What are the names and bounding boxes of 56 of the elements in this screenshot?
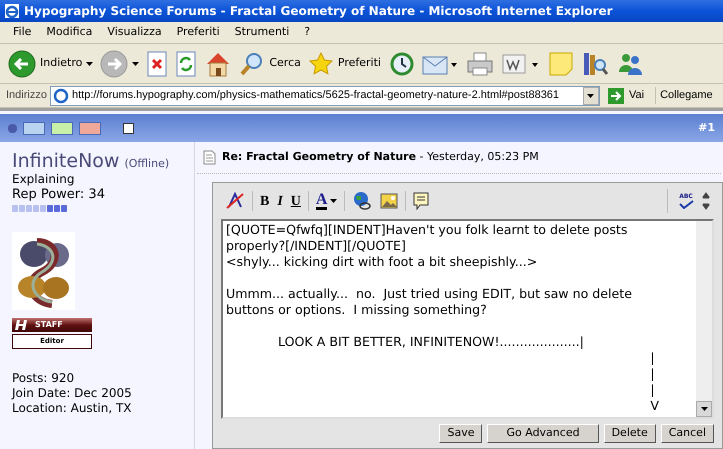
italic-button[interactable]: I — [273, 189, 287, 213]
checkbox[interactable] — [123, 122, 134, 134]
go-button[interactable]: Vai — [606, 86, 644, 104]
dropdown-caret-icon — [700, 407, 708, 411]
address-field[interactable]: http://forums.hypography.com/physics-mathematics/5625-fractal-geometry-nature-2.html#post88361 — [50, 86, 600, 106]
user-title: Explaining — [12, 172, 76, 187]
swatch-icon — [79, 122, 101, 134]
printer-icon — [466, 50, 494, 76]
links-label[interactable]: Collegame — [655, 87, 713, 104]
scrollbar[interactable] — [696, 221, 712, 417]
post-title: Re: Fractal Geometry of Nature - Yesterday, 05:23 PM — [222, 149, 539, 166]
form-button[interactable]: Go Advanced — [487, 424, 599, 443]
dropdown-caret-icon — [132, 62, 140, 66]
dropdown-caret-icon — [330, 199, 338, 203]
menu-item[interactable]: Preferiti — [176, 24, 220, 41]
font-color-button[interactable]: A — [312, 189, 342, 213]
menu-item[interactable]: ? — [304, 24, 310, 41]
form-button[interactable]: Delete — [604, 424, 656, 443]
form-button[interactable]: Save — [439, 424, 482, 443]
reputation-bar-drawing — [12, 205, 67, 212]
staff-banner: STAFF — [12, 318, 92, 332]
dropdown-caret-icon — [86, 62, 94, 66]
favorites-button[interactable]: Preferiti — [308, 48, 381, 80]
back-button[interactable]: Indietro — [8, 48, 94, 80]
username[interactable]: InfiniteNow — [12, 150, 120, 172]
menu-item[interactable]: Modifica — [46, 24, 92, 41]
user-stat: Posts: 920 — [12, 371, 76, 386]
document-icon — [203, 150, 216, 165]
swatch-icon — [23, 122, 45, 134]
refresh-icon — [175, 50, 198, 76]
underline-button[interactable]: U — [286, 189, 305, 213]
user-stat: Join Date: Dec 2005 — [12, 386, 133, 401]
window-title: Hypography Science Forums - Fractal Geometry of Nature - Microsoft Internet Explorer — [24, 3, 613, 20]
menu-item[interactable]: Visualizza — [107, 24, 162, 41]
search-button[interactable]: Cerca — [239, 48, 301, 80]
menu-item[interactable]: Strumenti — [234, 24, 290, 41]
history-clock-icon — [388, 50, 414, 76]
address-label: Indirizzo — [6, 88, 47, 104]
menu-item[interactable]: File — [13, 24, 32, 41]
browser-logo-icon — [4, 3, 20, 19]
checkmark-icon — [678, 200, 694, 208]
swatch-icon — [8, 124, 17, 132]
forward-button[interactable] — [100, 48, 140, 80]
user-stat: Location: Austin, TX — [12, 401, 133, 416]
page-icon — [52, 88, 69, 104]
note-icon — [548, 50, 574, 76]
star-icon — [308, 50, 334, 76]
rep-power: Rep Power: 34 — [12, 187, 106, 202]
online-status: (Offline) — [124, 156, 170, 171]
swatch-icon — [51, 122, 73, 134]
post-number: #1 — [698, 120, 715, 136]
dropdown-caret-icon — [587, 94, 594, 98]
message-textarea[interactable]: [QUOTE=Qfwfq][INDENT]Haven't you folk learnt to delete posts properly?[/INDENT][/QUOTE] <shyly... kicking dirt with foot a bit sheepishly...> Ummm... actually... no. Just tried using EDIT, but saw no delete buttons or options. I missing something? LOOK A BIT BETTER, INFINITENOW!....................| | | | V — [221, 219, 714, 419]
form-button[interactable]: Cancel — [660, 424, 714, 443]
stop-icon — [146, 50, 168, 76]
bold-button[interactable]: B — [256, 189, 274, 213]
